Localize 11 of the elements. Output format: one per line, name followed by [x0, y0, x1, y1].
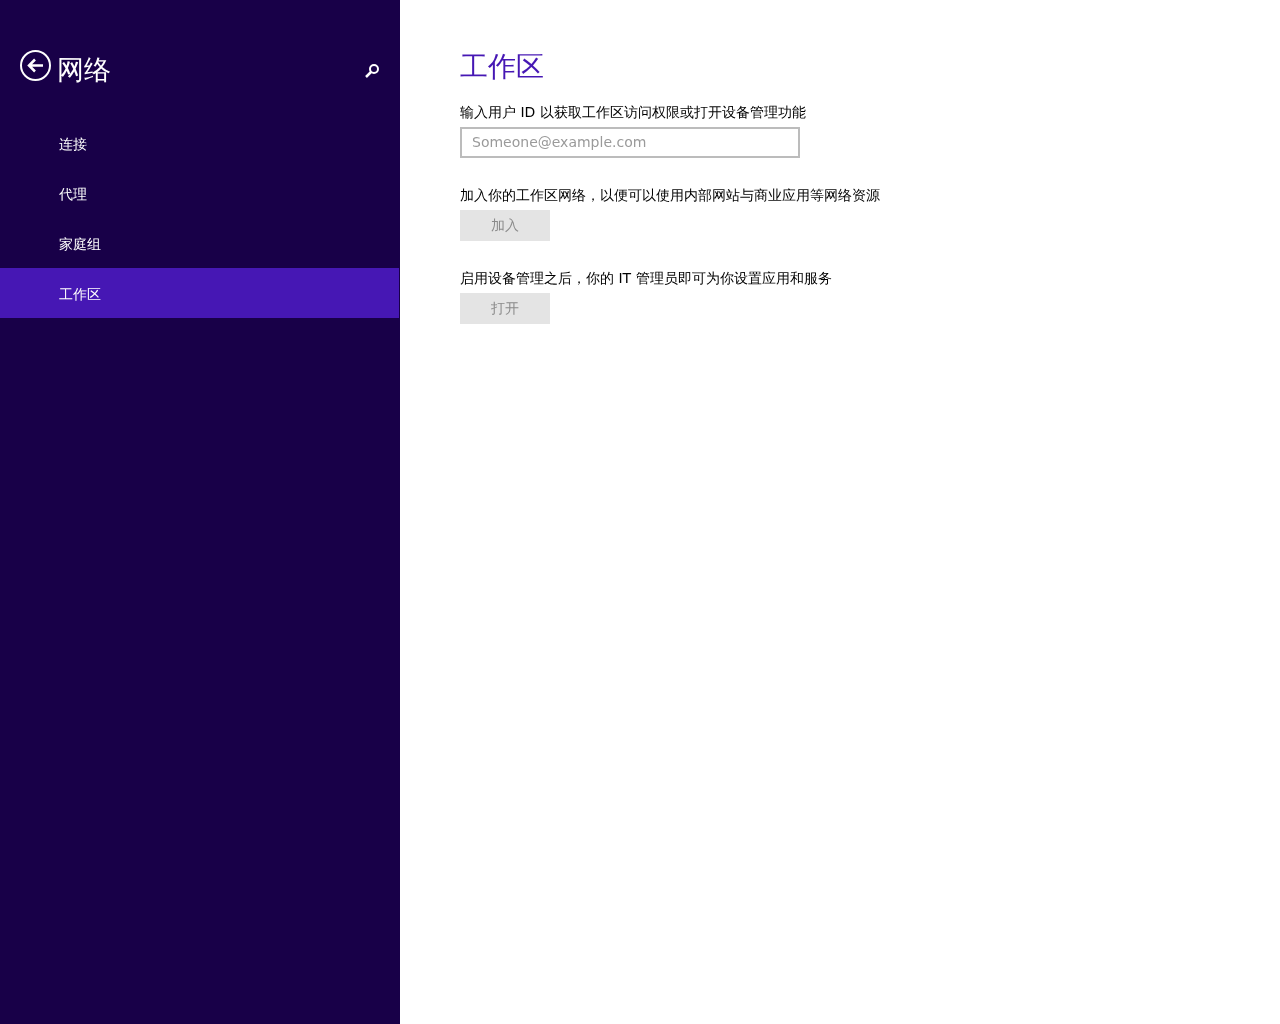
sidebar-item[interactable]: 工作区	[0, 268, 399, 318]
user-id-field[interactable]: Someone@example.com	[460, 126, 800, 158]
page-title: 工作区	[460, 50, 545, 84]
description-text: 启用设备管理之后，你的 IT 管理员即可为你设置应用和服务	[460, 268, 833, 288]
sidebar-item[interactable]: 代理	[0, 168, 399, 218]
sidebar-item[interactable]: 连接	[0, 118, 399, 168]
sidebar-title: 网络	[57, 53, 111, 87]
description-text: 输入用户 ID 以获取工作区访问权限或打开设备管理功能	[460, 102, 807, 122]
description-text: 加入你的工作区网络，以便可以使用内部网站与商业应用等网络资源	[460, 185, 881, 205]
sidebar-item[interactable]: 家庭组	[0, 218, 399, 268]
back-icon[interactable]	[20, 50, 51, 81]
